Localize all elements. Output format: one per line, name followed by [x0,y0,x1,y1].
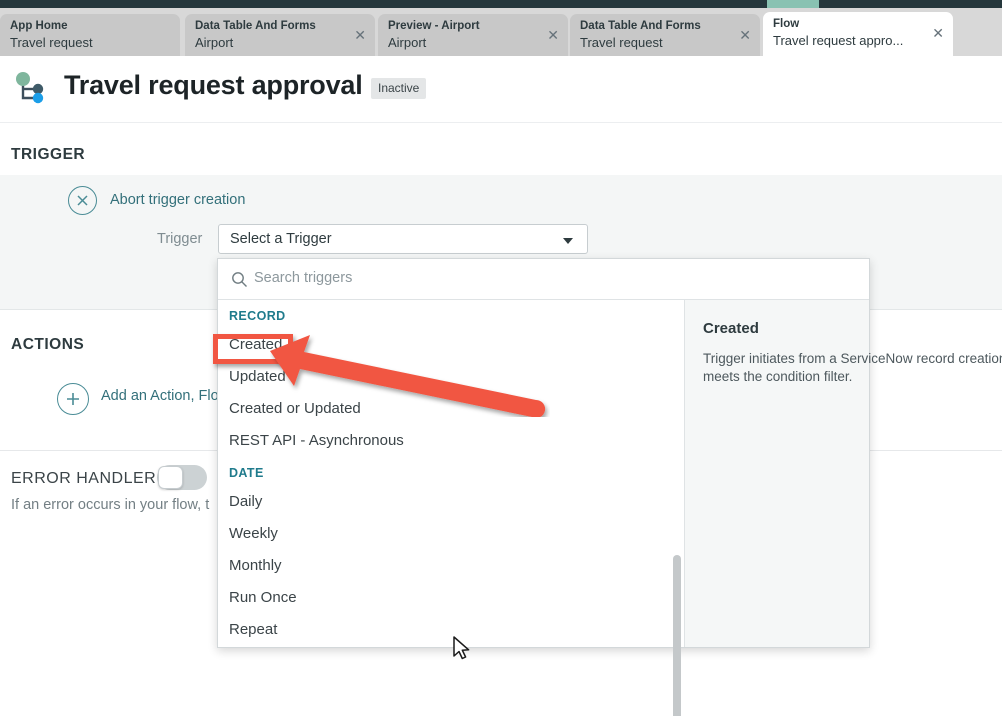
trigger-detail-title: Created [703,320,759,337]
browser-tab-2[interactable]: Preview - Airport Airport ✕ [378,14,568,56]
annotation-arrow-icon [270,335,546,417]
trigger-item-daily[interactable]: Daily [218,486,468,518]
app-root: App Home Travel request Data Table And F… [0,0,1002,716]
trigger-item-repeat[interactable]: Repeat [218,614,468,646]
tab-subtitle: Travel request [10,35,93,50]
trigger-list-scrollbar[interactable] [673,301,681,716]
tab-subtitle: Travel request appro... [773,33,904,48]
error-handler-description: If an error occurs in your flow, t [11,497,210,513]
trigger-select-value: Select a Trigger [230,231,332,247]
tab-subtitle: Travel request [580,35,663,50]
tab-subtitle: Airport [388,35,427,50]
browser-top-strip [0,0,1002,8]
trigger-detail-panel: Created Trigger initiates from a Service… [684,300,1002,647]
trigger-search-placeholder[interactable]: Search triggers [254,270,352,286]
tab-title: Flow [773,18,800,30]
browser-tab-3[interactable]: Data Table And Forms Travel request ✕ [570,14,760,56]
chevron-down-icon[interactable] [563,238,573,244]
browser-tab-4[interactable]: Flow Travel request appro... ✕ [763,12,953,56]
trigger-search-row[interactable]: Search triggers [218,259,869,300]
trigger-item-monthly[interactable]: Monthly [218,550,468,582]
trigger-item-run-once[interactable]: Run Once [218,582,468,614]
plus-circle-icon[interactable] [57,383,89,415]
tab-close-icon[interactable]: ✕ [354,28,366,42]
trigger-section-heading: TRIGGER [11,146,86,163]
tab-subtitle: Airport [195,35,234,50]
trigger-item-weekly[interactable]: Weekly [218,518,468,550]
status-badge: Inactive [371,78,427,99]
tab-title: Preview - Airport [388,20,480,32]
browser-tab-bar: App Home Travel request Data Table And F… [0,8,1002,56]
browser-tab-0[interactable]: App Home Travel request [0,14,180,56]
error-handler-heading: ERROR HANDLER [11,470,157,487]
error-handler-toggle[interactable] [157,465,207,490]
tab-close-icon[interactable]: ✕ [547,28,559,42]
tab-title: App Home [10,20,68,32]
tab-title: Data Table And Forms [580,20,701,32]
toggle-knob [158,466,183,489]
tab-title: Data Table And Forms [195,20,316,32]
tab-close-icon[interactable]: ✕ [739,28,751,42]
trigger-select[interactable]: Select a Trigger [218,224,588,254]
search-icon [232,272,247,287]
trigger-field-label: Trigger [157,231,203,247]
trigger-detail-description: Trigger initiates from a ServiceNow reco… [703,351,1002,384]
trigger-dropdown-panel: Search triggers RECORD Created Updated C… [217,258,1002,716]
trigger-item-rest-api-asynchronous[interactable]: REST API - Asynchronous [218,425,468,457]
scrollbar-thumb[interactable] [673,555,681,716]
abort-trigger-creation-label[interactable]: Abort trigger creation [110,192,245,208]
active-tab-accent-bar [767,0,819,8]
flow-designer-icon [16,72,44,104]
close-circle-icon[interactable] [68,186,97,215]
flow-header: Travel request approval [0,56,1002,123]
trigger-group-record: RECORD [229,309,286,323]
page-title: Travel request approval [64,70,363,100]
browser-tab-1[interactable]: Data Table And Forms Airport ✕ [185,14,375,56]
tab-close-icon[interactable]: ✕ [932,26,944,40]
actions-section-heading: ACTIONS [11,336,85,353]
trigger-group-date: DATE [229,466,264,480]
mouse-cursor-icon [453,636,470,660]
add-action-label[interactable]: Add an Action, Flo [101,388,219,404]
